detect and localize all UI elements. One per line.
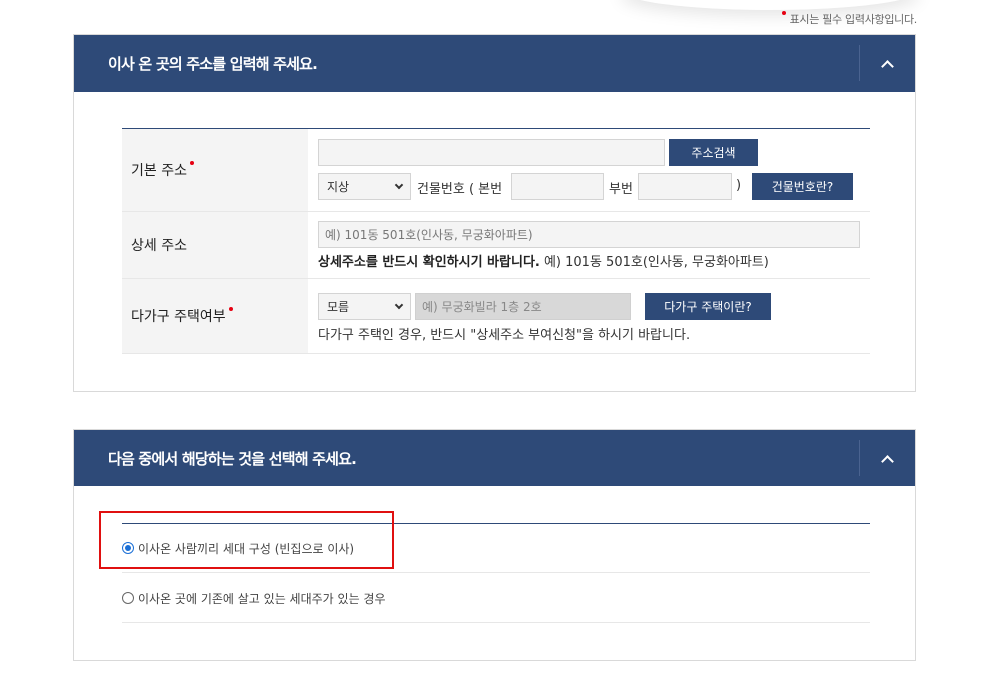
detail-address-field-cell: 예) 101동 501호(인사동, 무궁화아파트) 상세주소를 반드시 확인하시… [308, 212, 870, 278]
multi-household-label: 다가구 주택여부 [131, 309, 226, 325]
detail-address-row: 상세 주소 예) 101동 501호(인사동, 무궁화아파트) 상세주소를 반드… [122, 212, 870, 279]
required-note-text: 표시는 필수 입력사항입니다. [789, 13, 918, 26]
chevron-down-icon [394, 180, 404, 189]
multi-household-row: 다가구 주택여부 모름 예) 무궁화빌라 1층 2호 다가구 주택이란? 다가구… [122, 279, 870, 354]
top-shadow-decoration [620, 0, 920, 10]
basic-address-input[interactable] [318, 139, 665, 166]
address-form-table: 기본 주소 주소검색 지상 건물번호 ( 본번 부번 ) 건물번호란? 상세 주… [122, 128, 870, 354]
required-dot-icon [189, 161, 194, 165]
building-number-help-button[interactable]: 건물번호란? [752, 173, 853, 200]
main-number-input[interactable] [511, 173, 604, 200]
detail-address-note: 상세주소를 반드시 확인하시기 바랍니다. 예) 101동 501호(인사동, … [318, 251, 769, 270]
option-label-existing-householder: 이사온 곳에 기존에 살고 있는 세대주가 있는 경우 [138, 591, 386, 606]
address-panel-header: 이사 온 곳의 주소를 입력해 주세요. [74, 35, 915, 92]
multi-household-detail-input[interactable]: 예) 무궁화빌라 1층 2호 [415, 293, 631, 320]
multi-household-label-cell: 다가구 주택여부 [122, 279, 308, 353]
required-dot-icon [781, 11, 786, 15]
address-search-button[interactable]: 주소검색 [669, 139, 758, 166]
basic-address-label: 기본 주소 [131, 163, 187, 179]
address-panel: 이사 온 곳의 주소를 입력해 주세요. 기본 주소 주소검색 지상 건물번호 … [73, 34, 916, 392]
required-dot-icon [228, 307, 233, 311]
multi-household-select[interactable]: 모름 [318, 293, 411, 320]
choice-panel-title: 다음 중에서 해당하는 것을 선택해 주세요. [108, 450, 357, 468]
option-row-existing-householder[interactable]: 이사온 곳에 기존에 살고 있는 세대주가 있는 경우 [122, 574, 870, 623]
chevron-up-icon [881, 60, 894, 73]
choice-panel-header: 다음 중에서 해당하는 것을 선택해 주세요. [74, 430, 915, 486]
land-type-select[interactable]: 지상 [318, 173, 411, 200]
detail-address-note-bold: 상세주소를 반드시 확인하시기 바랍니다. [318, 255, 540, 270]
required-note: 표시는 필수 입력사항입니다. [781, 11, 918, 27]
radio-unselected-icon[interactable] [122, 592, 134, 604]
detail-address-label-cell: 상세 주소 [122, 212, 308, 278]
sub-number-label: 부번 [609, 182, 633, 197]
multi-household-note: 다가구 주택인 경우, 반드시 "상세주소 부여신청"을 하시기 바랍니다. [318, 328, 691, 343]
land-type-value: 지상 [327, 180, 350, 194]
building-number-label: 건물번호 ( 본번 [417, 182, 503, 197]
address-panel-title: 이사 온 곳의 주소를 입력해 주세요. [108, 55, 318, 73]
choice-panel-collapse-button[interactable] [860, 430, 915, 486]
detail-address-input[interactable]: 예) 101동 501호(인사동, 무궁화아파트) [318, 221, 860, 248]
multi-household-help-button[interactable]: 다가구 주택이란? [645, 293, 771, 320]
multi-household-field-cell: 모름 예) 무궁화빌라 1층 2호 다가구 주택이란? 다가구 주택인 경우, … [308, 279, 870, 353]
chevron-down-icon [394, 300, 404, 309]
detail-address-label: 상세 주소 [131, 238, 187, 254]
basic-address-row: 기본 주소 주소검색 지상 건물번호 ( 본번 부번 ) 건물번호란? [122, 129, 870, 212]
basic-address-field-cell: 주소검색 지상 건물번호 ( 본번 부번 ) 건물번호란? [308, 129, 870, 211]
address-panel-collapse-button[interactable] [860, 35, 915, 92]
basic-address-label-cell: 기본 주소 [122, 129, 308, 211]
chevron-up-icon [881, 454, 894, 468]
multi-household-select-value: 모름 [327, 300, 350, 314]
detail-address-note-example: 예) 101동 501호(인사동, 무궁화아파트) [539, 255, 769, 270]
selection-highlight-box [99, 511, 394, 569]
sub-number-input[interactable] [638, 173, 732, 200]
close-paren: ) [736, 178, 742, 193]
